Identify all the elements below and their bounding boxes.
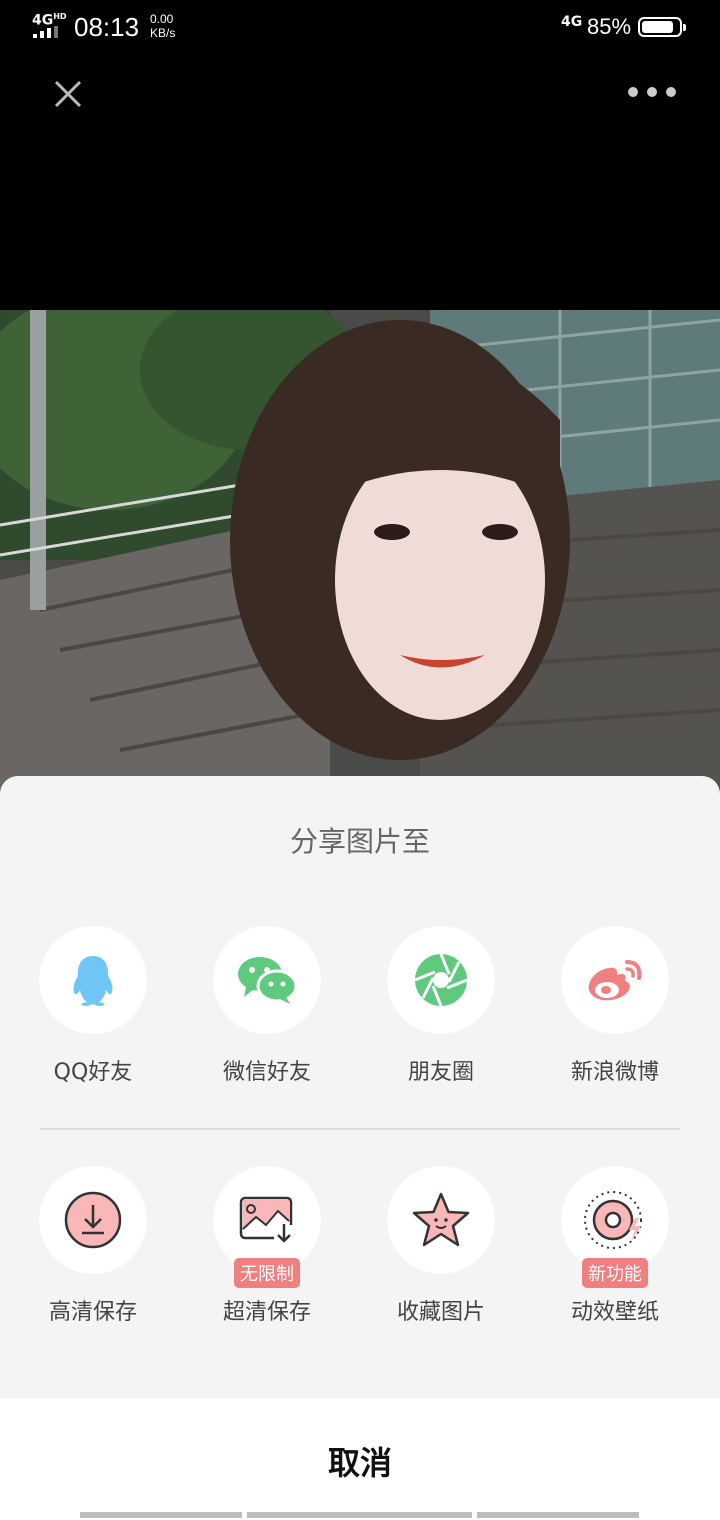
cancel-area: 取消 xyxy=(0,1398,720,1520)
image-save-icon-circle: 无限制 xyxy=(213,1166,321,1288)
network-speed: 0.00 KB/s xyxy=(150,12,176,40)
live-wallpaper-button[interactable]: 新功能 动效壁纸 xyxy=(545,1166,685,1326)
share-wechat-label: 微信好友 xyxy=(222,1060,311,1085)
nav-bar-segment xyxy=(247,1512,472,1518)
weibo-icon-circle xyxy=(561,926,669,1034)
weibo-icon xyxy=(588,960,642,1001)
shared-photo xyxy=(0,310,720,800)
save-hd-button[interactable]: 高清保存 xyxy=(23,1166,163,1326)
qq-icon-circle xyxy=(39,926,147,1034)
more-button[interactable] xyxy=(620,76,684,108)
star-icon-circle xyxy=(387,1166,495,1274)
mobile-data-indicator: 4G xyxy=(561,14,583,30)
live-wallpaper-label: 动效壁纸 xyxy=(570,1300,659,1325)
moments-icon xyxy=(414,953,468,1007)
qq-icon xyxy=(73,956,113,1006)
battery-percent: 85% xyxy=(587,14,632,39)
star-icon xyxy=(412,1192,470,1247)
save-ultra-hd-label: 超清保存 xyxy=(222,1300,311,1325)
wechat-icon-circle xyxy=(213,926,321,1034)
unlimited-badge: 无限制 xyxy=(234,1258,300,1288)
download-icon xyxy=(64,1191,122,1249)
share-qq-button[interactable]: QQ好友 xyxy=(23,926,163,1086)
close-button[interactable] xyxy=(48,74,88,114)
status-bar: 4GHD 08:13 0.00 KB/s 4G 85% xyxy=(0,0,720,58)
signal-icon xyxy=(33,26,58,38)
nav-bar-segment xyxy=(477,1512,639,1518)
live-wallpaper-icon-circle: 新功能 xyxy=(561,1166,669,1288)
share-qq-label: QQ好友 xyxy=(53,1060,133,1085)
nav-bar-segment xyxy=(80,1512,242,1518)
live-wallpaper-icon xyxy=(584,1191,642,1249)
favorite-image-button[interactable]: 收藏图片 xyxy=(371,1166,511,1326)
favorite-image-label: 收藏图片 xyxy=(396,1300,485,1325)
share-sheet: 分享图片至 QQ好友 微信好友 朋友圈 新浪微博 高清保存 无限制 超清保存 收… xyxy=(0,776,720,1398)
sheet-divider xyxy=(40,1128,680,1130)
download-icon-circle xyxy=(39,1166,147,1274)
cancel-button[interactable]: 取消 xyxy=(0,1438,720,1484)
new-feature-badge: 新功能 xyxy=(582,1258,648,1288)
share-sheet-title: 分享图片至 xyxy=(289,825,430,858)
wechat-icon xyxy=(238,957,298,1004)
battery-level xyxy=(642,21,673,33)
share-moments-button[interactable]: 朋友圈 xyxy=(371,926,511,1086)
status-time: 08:13 xyxy=(74,12,140,42)
share-weibo-button[interactable]: 新浪微博 xyxy=(545,926,685,1086)
save-ultra-hd-button[interactable]: 无限制 超清保存 xyxy=(197,1166,337,1326)
share-wechat-button[interactable]: 微信好友 xyxy=(197,926,337,1086)
share-weibo-label: 新浪微博 xyxy=(570,1060,659,1085)
more-dots-icon xyxy=(628,87,676,97)
save-hd-label: 高清保存 xyxy=(48,1300,137,1325)
moments-icon-circle xyxy=(387,926,495,1034)
share-moments-label: 朋友圈 xyxy=(407,1060,474,1085)
battery-icon xyxy=(638,17,686,37)
image-save-icon xyxy=(239,1196,296,1245)
close-icon xyxy=(54,80,82,108)
